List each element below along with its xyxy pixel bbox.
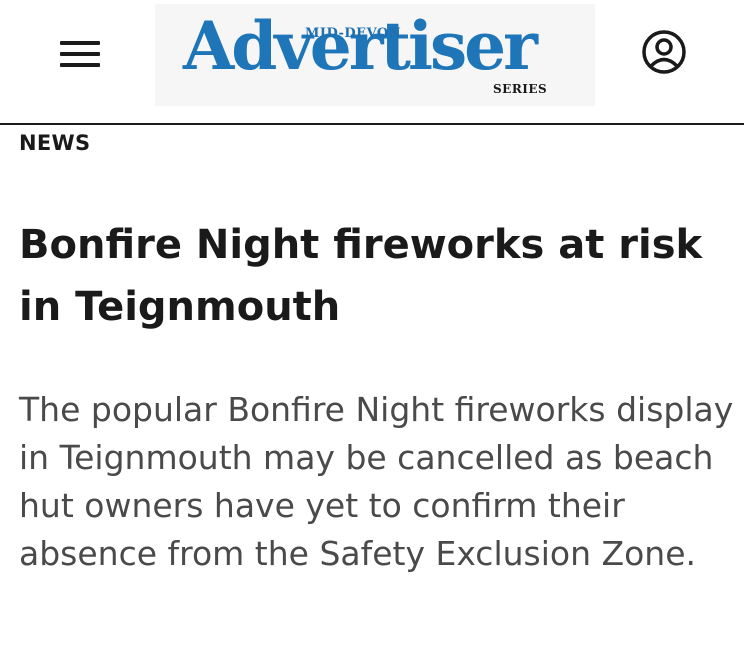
menu-bar (60, 52, 100, 56)
user-account-icon[interactable] (638, 26, 690, 78)
menu-bar (60, 41, 100, 45)
site-logo[interactable]: Advertiser MID-DEVON SERIES (155, 4, 595, 106)
menu-bar (60, 63, 100, 67)
logo-top-text: MID-DEVON (305, 26, 402, 41)
hamburger-menu-icon[interactable] (56, 36, 104, 72)
logo-main-text: Advertiser (183, 7, 538, 85)
user-account-icon-graphic (642, 30, 686, 74)
article-headline: Bonfire Night fireworks at risk in Teign… (19, 222, 703, 330)
site-header: Advertiser MID-DEVON SERIES (0, 0, 744, 125)
section-label[interactable]: NEWS (19, 131, 90, 155)
logo-bottom-text: SERIES (493, 82, 548, 96)
article-standfirst: The popular Bonfire Night fireworks disp… (19, 390, 734, 573)
